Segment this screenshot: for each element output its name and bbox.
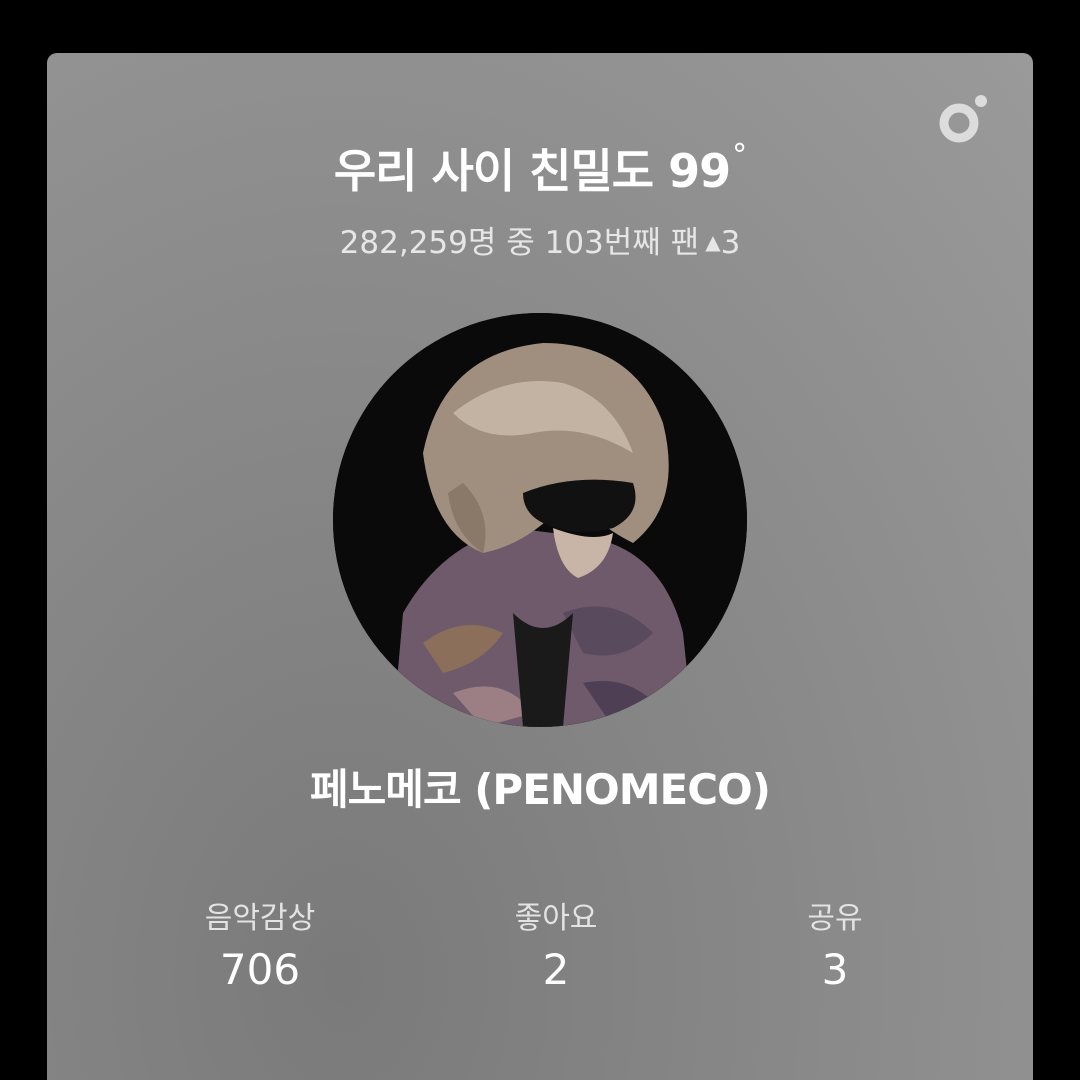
degree-symbol: ° (732, 138, 747, 173)
stat-value: 706 (219, 945, 301, 994)
stat-share-count: 공유 3 (715, 893, 955, 994)
stat-like-count: 좋아요 2 (436, 893, 676, 994)
rank-change-value: 3 (720, 225, 741, 261)
intimacy-title-text: 우리 사이 친밀도 99 (333, 144, 731, 198)
intimacy-title: 우리 사이 친밀도 99° (47, 135, 1033, 201)
stat-listen-count: 음악감상 706 (140, 893, 380, 994)
fan-rank: 282,259명 중 103번째 팬 ▲3 (47, 217, 1033, 262)
fan-intimacy-card: 우리 사이 친밀도 99° 282,259명 중 103번째 팬 ▲3 페노메코 … (47, 53, 1033, 1080)
fan-rank-text: 282,259명 중 103번째 팬 (339, 225, 700, 261)
stat-label: 공유 (807, 901, 863, 936)
stats-row: 음악감상 706 좋아요 2 공유 3 (47, 893, 1033, 994)
stat-label: 좋아요 (514, 901, 598, 936)
stat-value: 2 (542, 945, 570, 994)
stat-label: 음악감상 (204, 901, 316, 936)
artist-name: 페노메코 (PENOMECO) (310, 765, 771, 814)
stat-value: 3 (821, 945, 849, 994)
artist-avatar (333, 313, 747, 727)
rank-up-arrow-icon: ▲ (705, 230, 721, 254)
